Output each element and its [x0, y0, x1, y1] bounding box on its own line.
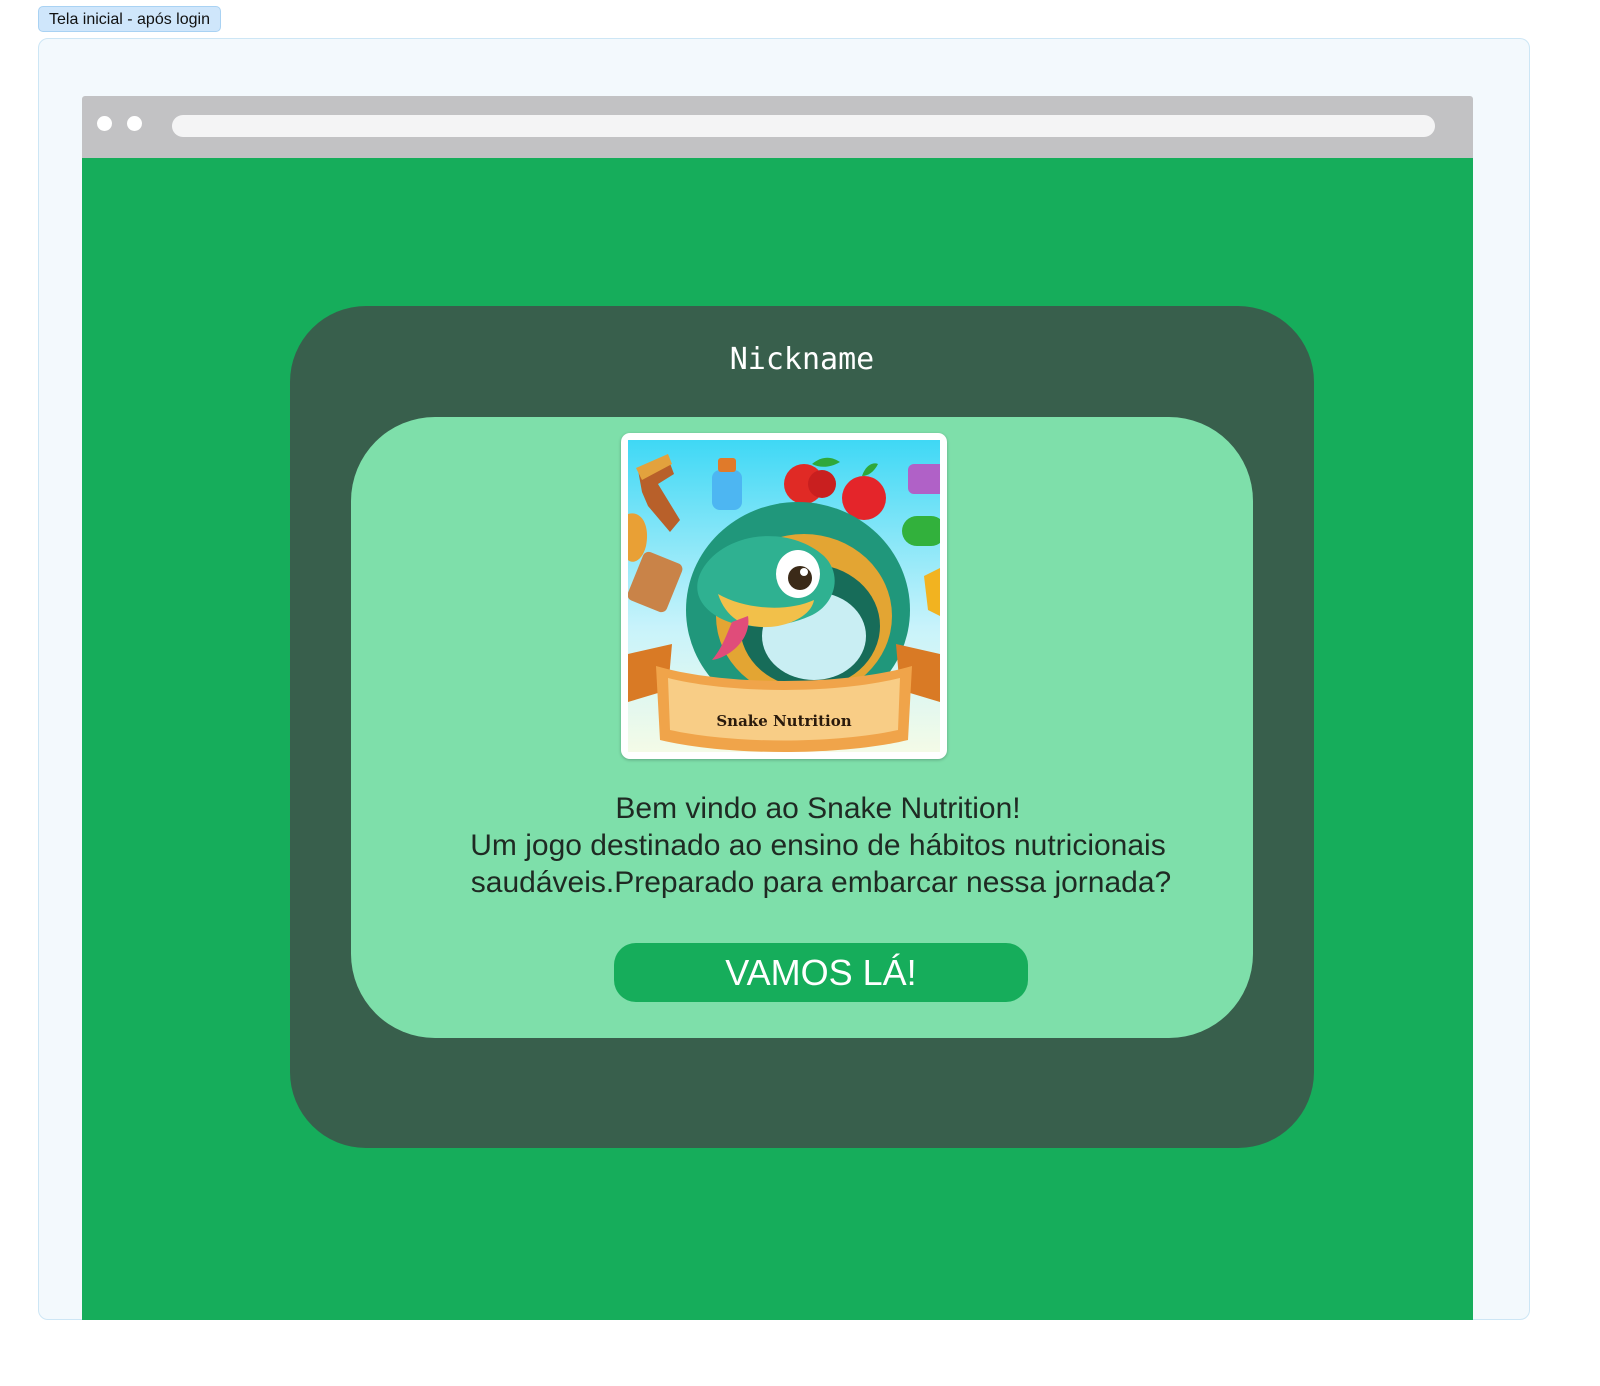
welcome-line-3: saudáveis.Preparado para embarcar nessa …	[470, 866, 1172, 899]
welcome-message: Bem vindo ao Snake Nutrition! Um jogo de…	[351, 790, 1253, 901]
address-bar[interactable]	[172, 115, 1435, 137]
frame-label: Tela inicial - após login	[38, 6, 221, 32]
window-dot-icon[interactable]	[97, 116, 112, 131]
page-viewport: Nickname Snake Nutrition Bem vindo ao Sn…	[82, 158, 1473, 1320]
browser-window: Nickname Snake Nutrition Bem vindo ao Sn…	[82, 96, 1473, 1320]
snake-logo-icon: Snake Nutrition	[628, 440, 940, 752]
welcome-card: Snake Nutrition Bem vindo ao Snake Nutri…	[351, 417, 1253, 1038]
nickname-label: Nickname	[729, 342, 875, 377]
browser-toolbar	[82, 96, 1473, 158]
artboard: Nickname Snake Nutrition Bem vindo ao Sn…	[38, 38, 1530, 1320]
welcome-panel: Nickname Snake Nutrition Bem vindo ao Sn…	[290, 306, 1314, 1148]
game-logo: Snake Nutrition	[621, 433, 947, 759]
welcome-line-1: Bem vindo ao Snake Nutrition!	[615, 792, 1021, 825]
welcome-line-2: Um jogo destinado ao ensino de hábitos n…	[470, 829, 1166, 862]
start-button[interactable]: VAMOS LÁ!	[614, 943, 1028, 1002]
svg-text:Snake Nutrition: Snake Nutrition	[716, 712, 851, 730]
window-dot-icon[interactable]	[127, 116, 142, 131]
